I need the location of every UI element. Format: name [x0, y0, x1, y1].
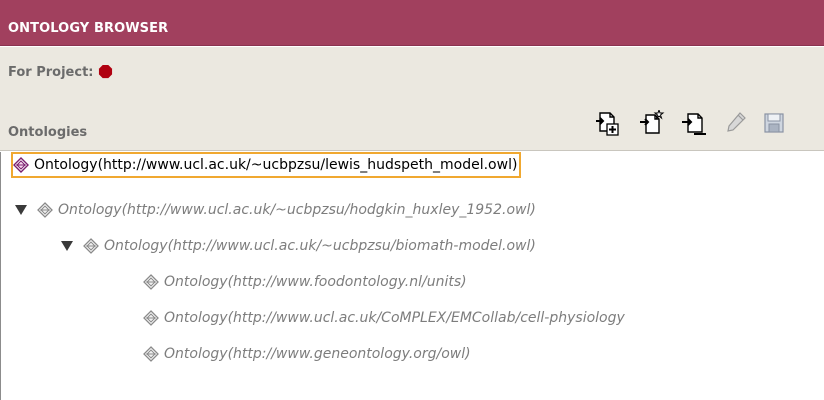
- ontology-node-icon: [143, 346, 159, 362]
- ontology-node-icon: [83, 238, 99, 254]
- add-ontology-button[interactable]: [594, 109, 622, 137]
- ontology-tree[interactable]: Ontology(http://www.ucl.ac.uk/~ucbpzsu/l…: [0, 152, 824, 400]
- tree-node-selected[interactable]: Ontology(http://www.ucl.ac.uk/~ucbpzsu/l…: [11, 152, 522, 178]
- project-row: For Project:: [0, 47, 824, 105]
- ontology-node-icon: [143, 274, 159, 290]
- collapse-icon[interactable]: [15, 204, 27, 216]
- edit-icon: [727, 112, 746, 132]
- ontology-node-icon: [143, 310, 159, 326]
- ontology-node-icon: [37, 202, 53, 218]
- tree-node[interactable]: Ontology(http://www.ucl.ac.uk/~ucbpzsu/b…: [83, 233, 536, 259]
- project-status-icon: [98, 64, 113, 79]
- import-ontology-button[interactable]: [680, 109, 708, 137]
- browser-title: ONTOLOGY BROWSER: [8, 21, 169, 36]
- edit-button[interactable]: [722, 109, 750, 137]
- import-ontology-icon: [682, 113, 706, 135]
- tree-node[interactable]: Ontology(http://www.ucl.ac.uk/~ucbpzsu/h…: [37, 197, 536, 223]
- collapse-icon[interactable]: [61, 240, 73, 252]
- tree-node-label: Ontology(http://www.ucl.ac.uk/CoMPLEX/EM…: [164, 310, 625, 326]
- tree-node[interactable]: Ontology(http://www.geneontology.org/owl…: [143, 341, 471, 367]
- ontologies-label: Ontologies: [8, 125, 88, 140]
- save-icon: [764, 113, 784, 133]
- tree-node-label: Ontology(http://www.geneontology.org/owl…: [164, 346, 471, 362]
- create-ontology-icon: [640, 110, 665, 134]
- project-label: For Project:: [8, 65, 94, 80]
- tree-node-label: Ontology(http://www.foodontology.nl/unit…: [164, 274, 467, 290]
- create-ontology-button[interactable]: [638, 109, 666, 137]
- save-button[interactable]: [760, 109, 788, 137]
- browser-title-bar: ONTOLOGY BROWSER: [0, 0, 824, 46]
- tree-node-label: Ontology(http://www.ucl.ac.uk/~ucbpzsu/l…: [34, 157, 518, 173]
- tree-node[interactable]: Ontology(http://www.ucl.ac.uk/CoMPLEX/EM…: [143, 305, 625, 331]
- ontologies-toolbar: Ontologies: [0, 105, 824, 151]
- add-ontology-icon: [596, 112, 619, 136]
- tree-node-label: Ontology(http://www.ucl.ac.uk/~ucbpzsu/h…: [58, 202, 536, 218]
- ontology-node-icon: [13, 157, 29, 173]
- tree-node-label: Ontology(http://www.ucl.ac.uk/~ucbpzsu/b…: [104, 238, 536, 254]
- tree-node[interactable]: Ontology(http://www.foodontology.nl/unit…: [143, 269, 467, 295]
